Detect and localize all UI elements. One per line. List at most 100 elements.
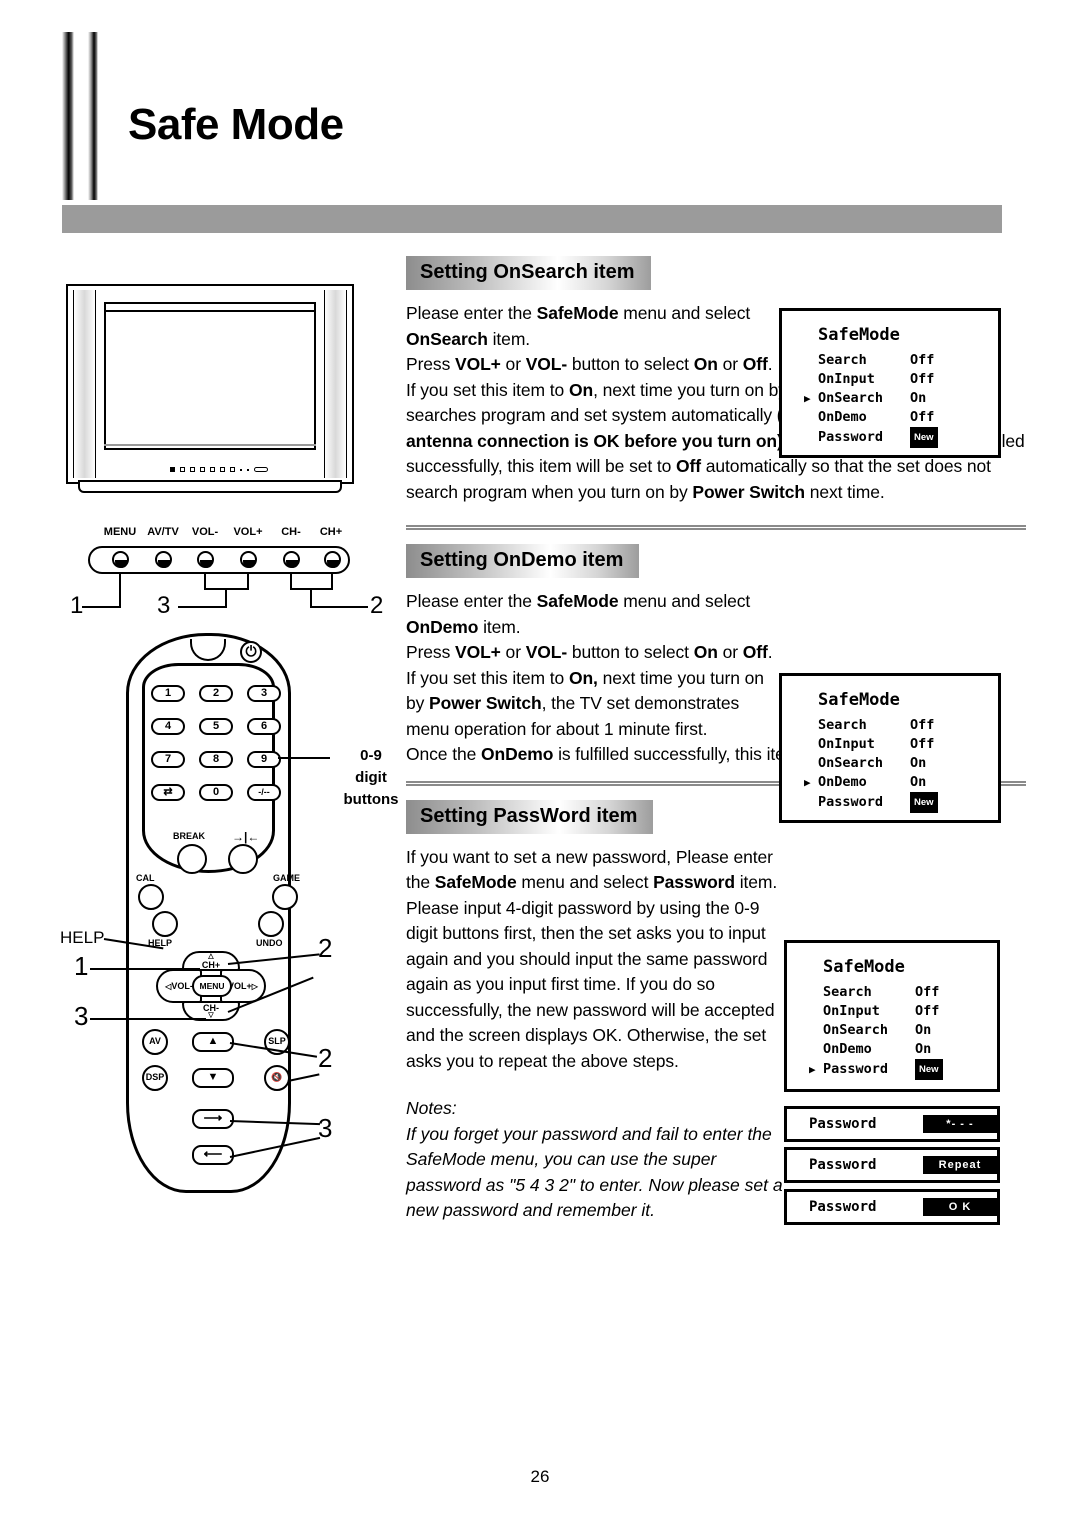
tv-knob-volminus[interactable] [197,551,214,568]
tv-button-label-avtv: AV/TV [147,526,179,538]
tv-leader-3-drop [225,588,227,608]
remote-left-arrow-button[interactable]: ⟵ [192,1145,234,1165]
digit-callout-line2: digit [355,768,387,786]
tv-button-label-volplus: VOL+ [233,526,263,538]
remote-button-0[interactable]: 0 [199,784,233,801]
remote-button-1[interactable]: 1 [151,685,185,702]
remote-swap-button[interactable]: ⇄ [151,784,185,801]
osd-row-selected[interactable]: ▶ OnDemo On [804,773,998,792]
remote-right-arrow-button[interactable]: ⟶ [192,1109,234,1129]
remote-button-8[interactable]: 8 [199,751,233,768]
remote-button-6[interactable]: 6 [247,718,281,735]
osd-row-name: Search [823,984,872,1000]
tv-set-illustration [60,284,360,499]
osd-row[interactable]: Search Off [804,716,998,735]
osd-row-name: OnDemo [823,1041,872,1057]
remote-mute-button[interactable]: 🔇 [264,1065,290,1091]
osd-row[interactable]: OnDemo Off [804,408,998,427]
password-paragraph-2: Please input 4-digit password by using t… [406,897,775,1071]
remote-dsp-button[interactable]: DSP [142,1065,168,1091]
remote-leader-3a [90,1018,206,1020]
remote-callout-3b: 3 [318,1113,333,1143]
header-accent-bar-2 [88,32,98,200]
osd-row[interactable]: Search Off [809,983,997,1002]
osd-row[interactable]: OnDemo On [809,1040,997,1059]
osd-row[interactable]: OnInput Off [804,735,998,754]
osd-rows-1: Search Off OnInput Off ▶ OnSearch On OnD… [804,351,998,448]
tv-knob-chminus[interactable] [283,551,300,568]
remote-page-down-button[interactable]: ▼ [192,1068,234,1088]
tv-button-label-chminus: CH- [281,526,301,538]
tv-knob-chplus[interactable] [324,551,341,568]
osd-row-value: Off [910,717,935,733]
tv-button-label-volminus: VOL- [191,526,219,538]
password-dialog-repeat: Password Repeat [784,1147,1000,1183]
tv-knob-avtv[interactable] [155,551,172,568]
osd-selection-arrow: ▶ [804,392,811,405]
remote-button-2[interactable]: 2 [199,685,233,702]
osd-row-value: On [910,390,927,406]
remote-game-button[interactable] [272,884,298,910]
password-dialog-label: Password [809,1199,877,1215]
divider-1 [406,525,1026,530]
ondemo-paragraph-3: If you set this item to On, next time yo… [406,667,764,739]
remote-button-7[interactable]: 7 [151,751,185,768]
remote-page-up-button[interactable]: ▲ [192,1032,234,1052]
osd-row-name: OnInput [818,736,875,752]
remote-freeze-icon: →|← [232,830,260,844]
remote-button-minus[interactable]: -/-- [247,784,281,801]
remote-break-button[interactable] [177,844,207,874]
notes-label: Notes: [406,1098,457,1118]
onsearch-paragraph-1: Please enter the SafeMode menu and selec… [406,303,751,349]
tv-button-label-menu: MENU [103,526,137,538]
header-accent-bar-1 [62,32,74,200]
osd-row-value: On [915,1041,932,1057]
digit-callout-line1: 0-9 [360,747,382,764]
remote-cal-button[interactable] [138,884,164,910]
dpad-left-label: VOL- [171,981,193,991]
osd-row-badge: New [910,792,938,813]
remote-undo-button[interactable] [258,911,284,937]
osd-row[interactable]: OnSearch On [804,754,998,773]
tv-knob-menu[interactable] [112,551,129,568]
remote-callout-1: 1 [74,951,89,981]
page-title: Safe Mode [128,100,344,149]
osd-row-value: On [915,1022,932,1038]
password-dialog-label: Password [809,1116,877,1132]
password-dialog-ok: Password O K [784,1189,1000,1225]
digit-callout-leader [278,757,330,759]
remote-freeze-button[interactable] [228,844,258,874]
page-header: Safe Mode [0,0,1080,233]
remote-av-button[interactable]: AV [142,1029,168,1055]
osd-row[interactable]: OnInput Off [809,1002,997,1021]
osd-row-name: OnDemo [818,409,867,425]
remote-button-9[interactable]: 9 [247,751,281,768]
digit-buttons-callout: 0-9 digit buttons [328,745,414,810]
osd-row-selected[interactable]: ▶ OnSearch On [804,389,998,408]
osd-row[interactable]: Search Off [804,351,998,370]
password-paragraph-1: If you want to set a new password, Pleas… [406,846,778,893]
osd-row-selected[interactable]: ▶ Password New [809,1059,997,1080]
osd-rows-2: Search Off OnInput Off OnSearch On ▶ OnD… [804,716,998,813]
remote-button-4[interactable]: 4 [151,718,185,735]
remote-leader-1 [90,968,200,970]
remote-button-5[interactable]: 5 [199,718,233,735]
dpad-menu-button[interactable]: MENU [192,975,232,997]
remote-button-3[interactable]: 3 [247,685,281,702]
osd-row[interactable]: OnInput Off [804,370,998,389]
remote-leader-2b-lower [287,1073,320,1082]
ondemo-paragraph-2: Press VOL+ or VOL- button to select On o… [406,642,773,662]
tv-leader-3-horizontal [178,606,227,608]
remote-control-illustration: ⏻ 1 2 3 4 5 6 7 8 9 ⇄ 0 -/-- BREAK →|← C… [60,633,398,1243]
osd-row[interactable]: OnSearch On [809,1021,997,1040]
osd-row-name: OnSearch [823,1022,889,1038]
osd-menu-onsearch: SafeMode Search Off OnInput Off ▶ OnSear… [779,308,1001,458]
osd-row[interactable]: Password New [804,427,998,448]
header-gray-band [62,205,1002,233]
remote-power-button[interactable]: ⏻ [240,641,262,663]
tv-bezel-right [324,290,347,478]
tv-knob-volplus[interactable] [240,551,257,568]
remote-help-button[interactable] [152,911,178,937]
osd-row[interactable]: Password New [804,792,998,813]
tv-screen-top-line [104,310,316,312]
